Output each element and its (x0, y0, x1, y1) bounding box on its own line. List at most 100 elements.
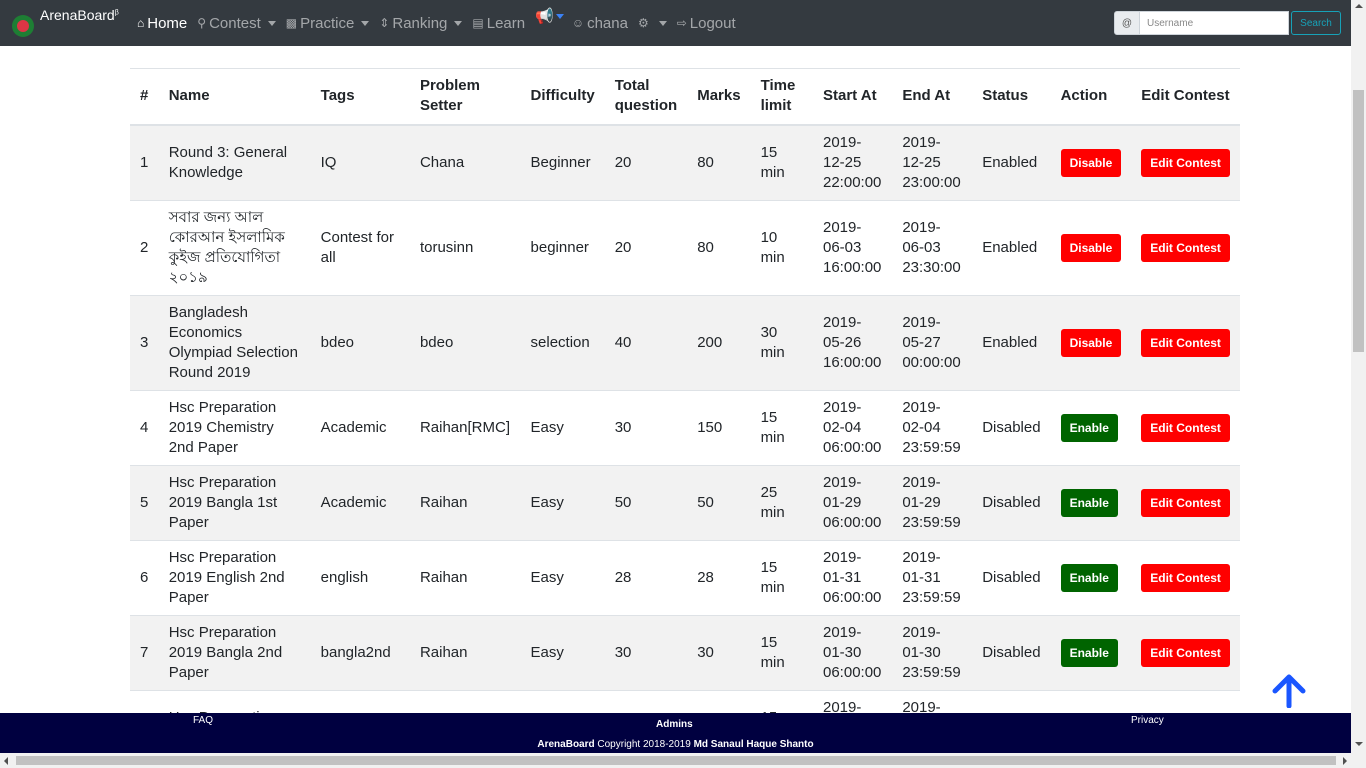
username-search-input[interactable] (1140, 11, 1289, 35)
puzzle-icon: ▩ (285, 16, 298, 30)
contest-name-cell: Hsc Preparation 2019 Bangla 1st Paper (158, 464, 311, 540)
column-header: # (130, 68, 159, 126)
vertical-scrollbar[interactable] (1351, 0, 1366, 753)
brand-logo-icon (12, 15, 34, 37)
nav-home[interactable]: ⌂ Home (137, 15, 187, 32)
column-header: Time limit (750, 68, 813, 126)
scroll-left-arrow-icon[interactable] (4, 757, 8, 765)
table-row: 1 Round 3: General Knowledge IQ Chana Beginn… (130, 124, 1240, 200)
row-number-cell: 1 (130, 124, 159, 200)
brand[interactable]: ArenaBoardβ (12, 0, 137, 46)
end-at-cell: 2019-02-04 23:59:59 (892, 389, 973, 465)
enable-button[interactable]: Enable (1060, 413, 1118, 442)
nav-logout[interactable]: ⇨ Logout (677, 15, 736, 32)
end-at-cell: 2019-01-29 23:59:59 (892, 464, 973, 540)
disable-button[interactable]: Disable (1060, 233, 1122, 262)
nav-menu: ⌂ Home ⚲ Contest ▩ Practice ⇕ Ranking ▤ … (137, 0, 746, 46)
nav-user[interactable]: ☺ chana (572, 15, 628, 32)
nav-settings[interactable]: ⚙ (638, 16, 667, 30)
table-header-row: # Name Tags Problem Setter Difficulty To… (130, 68, 1240, 126)
vertical-scroll-thumb[interactable] (1353, 90, 1364, 352)
privacy-link[interactable]: Privacy (1131, 715, 1164, 726)
scroll-up-arrow-icon[interactable] (1355, 4, 1363, 8)
status-cell: Enabled (972, 294, 1051, 390)
time-limit-cell: 10 min (750, 199, 813, 295)
horizontal-scrollbar[interactable] (0, 753, 1366, 768)
status-cell: Disabled (972, 389, 1051, 465)
book-icon: ▤ (472, 16, 484, 30)
nav-practice[interactable]: ▩ Practice (286, 15, 370, 32)
faq-link[interactable]: FAQ (193, 715, 213, 726)
column-header: End At (892, 68, 973, 126)
table-row: 3 Bangladesh Economics Olympiad Selection… (130, 294, 1240, 390)
nav-logout-label: Logout (689, 14, 736, 32)
sort-icon: ⇕ (379, 16, 390, 30)
column-header: Tags (310, 68, 410, 126)
contest-tags-cell: bdeo (310, 294, 410, 390)
action-cell: Disable (1050, 124, 1132, 200)
nav-learn[interactable]: ▤ Learn (472, 15, 525, 32)
edit-contest-cell: Edit Contest (1131, 294, 1240, 390)
difficulty-cell: selection (520, 294, 605, 390)
sign-out-icon: ⇨ (676, 16, 687, 30)
difficulty-cell: Easy (520, 614, 605, 690)
start-at-cell: 2019-01-31 06:00:00 (813, 539, 893, 615)
search-prefix: @ (1114, 11, 1140, 35)
edit-contest-button[interactable]: Edit Contest (1141, 563, 1230, 592)
marks-cell: 80 (687, 199, 751, 295)
trophy-icon: ⚲ (197, 16, 207, 30)
nav-ranking[interactable]: ⇕ Ranking (379, 15, 463, 32)
row-number-cell: 6 (130, 539, 159, 615)
edit-contest-button[interactable]: Edit Contest (1141, 488, 1230, 517)
edit-contest-cell: Edit Contest (1131, 614, 1240, 690)
start-at-cell: 2019-06-03 16:00:00 (813, 199, 893, 295)
problem-setter-cell: Raihan (409, 464, 521, 540)
enable-button[interactable]: Enable (1060, 488, 1118, 517)
contest-tags-cell: IQ (310, 124, 410, 200)
status-cell: Disabled (972, 614, 1051, 690)
edit-contest-button[interactable]: Edit Contest (1141, 328, 1230, 357)
contest-table-container: # Name Tags Problem Setter Difficulty To… (130, 68, 1240, 765)
table-body: 1 Round 3: General Knowledge IQ Chana Beginn… (130, 124, 1240, 765)
edit-contest-cell: Edit Contest (1131, 389, 1240, 465)
admins-link[interactable]: Admins (656, 719, 693, 730)
edit-contest-button[interactable]: Edit Contest (1141, 233, 1230, 262)
column-header: Total question (604, 68, 688, 126)
difficulty-cell: Easy (520, 464, 605, 540)
enable-button[interactable]: Enable (1060, 563, 1118, 592)
scroll-down-arrow-icon[interactable] (1355, 742, 1363, 746)
top-navbar: ArenaBoardβ ⌂ Home ⚲ Contest ▩ Practice … (0, 0, 1351, 46)
search-button[interactable]: Search (1291, 11, 1341, 35)
status-cell: Enabled (972, 199, 1051, 295)
start-at-cell: 2019-01-30 06:00:00 (813, 614, 893, 690)
row-number-cell: 2 (130, 199, 159, 295)
nav-user-label: chana (587, 14, 628, 32)
edit-contest-button[interactable]: Edit Contest (1141, 638, 1230, 667)
nav-announcements[interactable]: 📢 (535, 7, 564, 25)
start-at-cell: 2019-12-25 22:00:00 (813, 124, 893, 200)
disable-button[interactable]: Disable (1060, 148, 1122, 177)
column-header: Name (158, 68, 311, 126)
edit-contest-cell: Edit Contest (1131, 199, 1240, 295)
problem-setter-cell: Raihan (409, 539, 521, 615)
table-row: 7 Hsc Preparation 2019 Bangla 2nd Paper ba… (130, 614, 1240, 690)
scroll-right-arrow-icon[interactable] (1343, 757, 1347, 765)
copyright-author: Md Sanaul Haque Shanto (693, 739, 814, 750)
marks-cell: 80 (687, 124, 751, 200)
copyright: ArenaBoard Copyright 2018-2019 Md Sanaul… (0, 739, 1351, 750)
back-to-top-arrow-icon[interactable] (1272, 674, 1306, 708)
column-header: Start At (813, 68, 893, 126)
disable-button[interactable]: Disable (1060, 328, 1122, 357)
edit-contest-button[interactable]: Edit Contest (1141, 413, 1230, 442)
nav-learn-label: Learn (486, 14, 526, 32)
enable-button[interactable]: Enable (1060, 638, 1118, 667)
difficulty-cell: beginner (520, 199, 605, 295)
end-at-cell: 2019-12-25 23:00:00 (892, 124, 973, 200)
column-header: Action (1050, 68, 1132, 126)
horizontal-scroll-thumb[interactable] (16, 756, 1336, 765)
total-questions-cell: 20 (604, 199, 688, 295)
row-number-cell: 7 (130, 614, 159, 690)
brand-name: ArenaBoard (40, 7, 115, 23)
edit-contest-button[interactable]: Edit Contest (1141, 148, 1230, 177)
nav-contest[interactable]: ⚲ Contest (197, 15, 276, 32)
